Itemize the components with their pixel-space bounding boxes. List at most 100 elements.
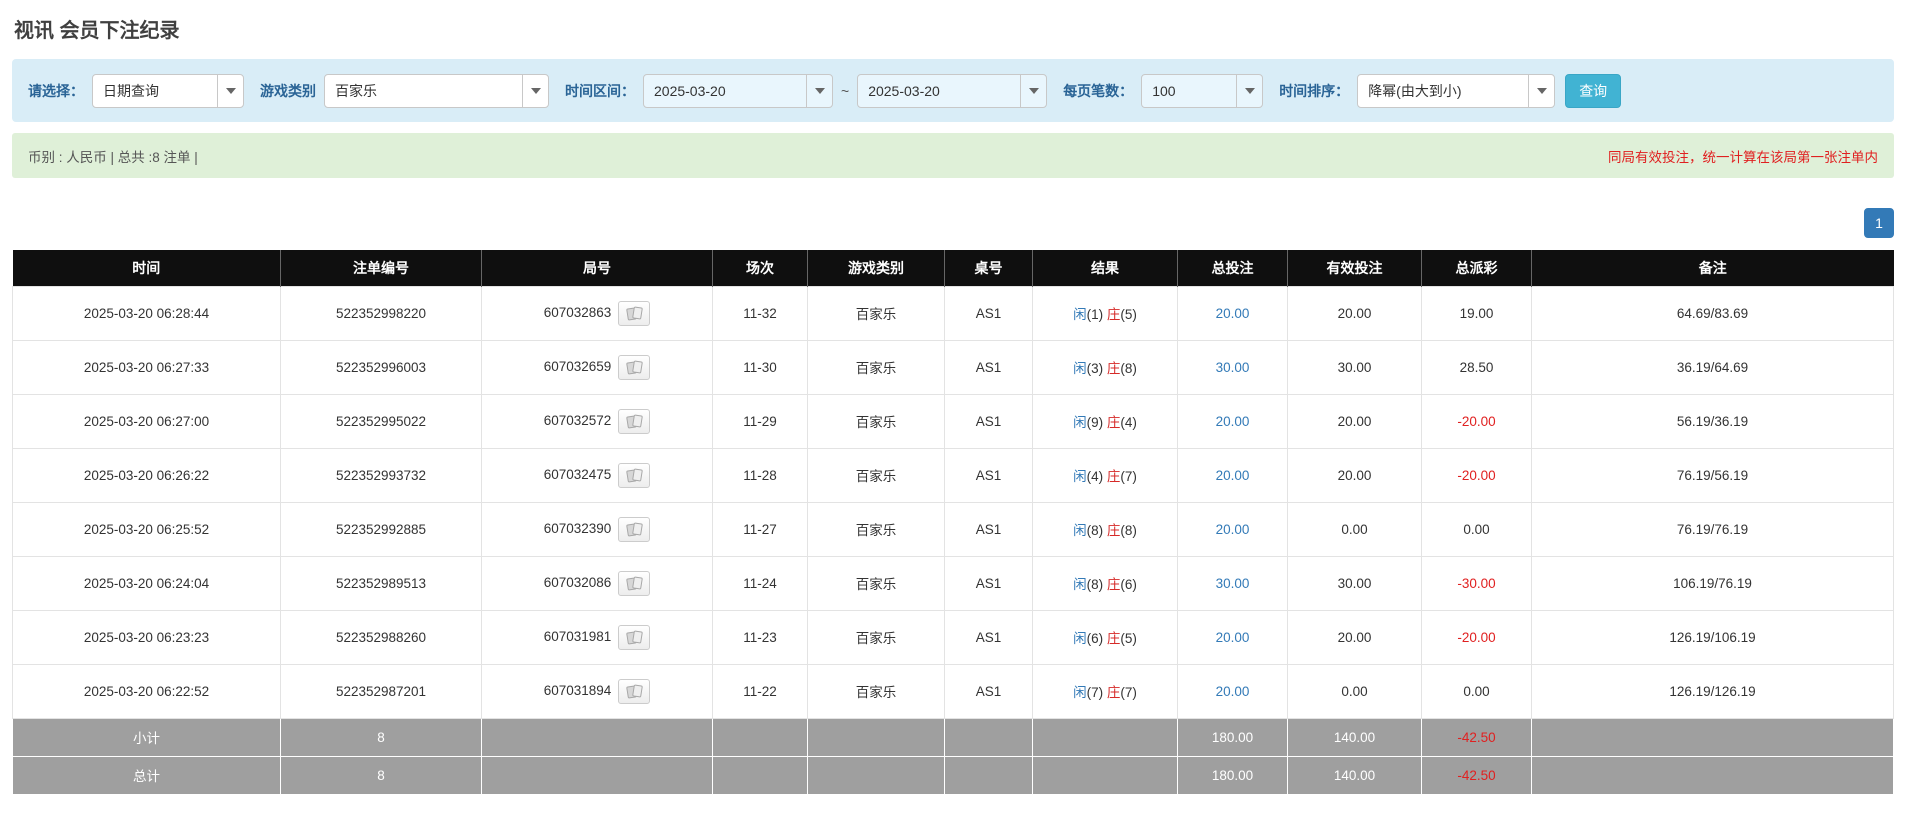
chevron-down-icon bbox=[1020, 74, 1046, 107]
cell-bet-id: 522352989513 bbox=[280, 555, 482, 611]
cell-valid-bet: 20.00 bbox=[1287, 609, 1422, 665]
cell-payout: 28.50 bbox=[1421, 339, 1532, 395]
round-id-text: 607031981 bbox=[543, 628, 612, 644]
total-bet-link[interactable]: 20.00 bbox=[1216, 522, 1250, 537]
table-row: 2025-03-20 06:23:23 522352988260 6070319… bbox=[12, 609, 1894, 665]
view-round-cards-button[interactable] bbox=[618, 678, 651, 704]
cell-session: 11-30 bbox=[712, 339, 808, 395]
query-type-value: 日期查询 bbox=[103, 82, 159, 99]
grand-total-label: 总计 bbox=[12, 755, 281, 795]
total-bet-link[interactable]: 20.00 bbox=[1216, 468, 1250, 483]
table-row: 2025-03-20 06:22:52 522352987201 6070318… bbox=[12, 663, 1894, 719]
sort-order-select[interactable]: 降幂(由大到小) bbox=[1357, 73, 1556, 108]
cell-time: 2025-03-20 06:27:00 bbox=[12, 393, 281, 449]
subtotal-valid-bet: 140.00 bbox=[1287, 717, 1422, 757]
total-bet-link[interactable]: 20.00 bbox=[1216, 414, 1250, 429]
cell-result: 闲(6) 庄(5) bbox=[1032, 609, 1178, 665]
round-id-text: 607032390 bbox=[543, 520, 612, 536]
column-header-3: 局号 bbox=[481, 250, 713, 286]
cell-payout: 19.00 bbox=[1421, 285, 1532, 341]
total-bet-link[interactable]: 30.00 bbox=[1216, 360, 1250, 375]
pagination-page-1[interactable]: 1 bbox=[1864, 208, 1894, 238]
cell-table-no: AS1 bbox=[944, 663, 1033, 719]
result-banker-label: 庄 bbox=[1106, 685, 1121, 700]
filter-bar: 请选择： 日期查询 游戏类别 百家乐 时间区间： 2025-03-20 ~ 20… bbox=[12, 59, 1894, 122]
date-from-value: 2025-03-20 bbox=[654, 82, 726, 99]
result-banker-label: 庄 bbox=[1106, 523, 1121, 538]
subtotal-total-bet: 180.00 bbox=[1177, 717, 1288, 757]
cell-total-bet: 20.00 bbox=[1177, 285, 1288, 341]
view-round-cards-button[interactable] bbox=[618, 408, 651, 434]
view-round-cards-button[interactable] bbox=[618, 462, 651, 488]
total-bet-link[interactable]: 20.00 bbox=[1216, 630, 1250, 645]
result-player-value: (6) bbox=[1086, 631, 1104, 646]
cell-payout: 0.00 bbox=[1421, 663, 1532, 719]
result-player-label: 闲 bbox=[1073, 631, 1087, 646]
date-to-select[interactable]: 2025-03-20 bbox=[857, 73, 1048, 108]
view-round-cards-button[interactable] bbox=[618, 354, 651, 380]
playing-cards-icon bbox=[626, 360, 643, 374]
subtotal-empty bbox=[712, 717, 808, 757]
cell-result: 闲(8) 庄(8) bbox=[1032, 501, 1178, 557]
playing-cards-icon bbox=[626, 414, 643, 428]
cell-table-no: AS1 bbox=[944, 501, 1033, 557]
cell-time: 2025-03-20 06:27:33 bbox=[12, 339, 281, 395]
result-player-value: (1) bbox=[1086, 307, 1104, 322]
column-header-9: 有效投注 bbox=[1287, 250, 1422, 286]
result-player-label: 闲 bbox=[1073, 523, 1087, 538]
grand-total-valid-bet: 140.00 bbox=[1287, 755, 1422, 795]
summary-bar: 币别 : 人民币 | 总共 :8 注单 | 同局有效投注，统一计算在该局第一张注… bbox=[12, 133, 1894, 178]
view-round-cards-button[interactable] bbox=[618, 570, 651, 596]
cell-time: 2025-03-20 06:23:23 bbox=[12, 609, 281, 665]
column-header-1: 时间 bbox=[12, 250, 281, 286]
round-id-text: 607032572 bbox=[543, 412, 612, 428]
cell-session: 11-22 bbox=[712, 663, 808, 719]
cell-bet-id: 522352988260 bbox=[280, 609, 482, 665]
cell-valid-bet: 0.00 bbox=[1287, 501, 1422, 557]
cell-remark: 56.19/36.19 bbox=[1531, 393, 1894, 449]
result-banker-value: (6) bbox=[1120, 577, 1137, 592]
result-player-value: (7) bbox=[1086, 685, 1104, 700]
chevron-down-icon bbox=[217, 74, 243, 107]
sort-order-label: 时间排序： bbox=[1279, 82, 1350, 99]
total-bet-link[interactable]: 30.00 bbox=[1216, 576, 1250, 591]
result-banker-label: 庄 bbox=[1106, 415, 1121, 430]
cell-bet-id: 522352992885 bbox=[280, 501, 482, 557]
cell-valid-bet: 20.00 bbox=[1287, 285, 1422, 341]
result-player-value: (8) bbox=[1086, 523, 1104, 538]
game-type-select[interactable]: 百家乐 bbox=[324, 73, 549, 108]
column-header-5: 游戏类别 bbox=[807, 250, 945, 286]
cell-table-no: AS1 bbox=[944, 555, 1033, 611]
result-banker-value: (5) bbox=[1120, 631, 1137, 646]
view-round-cards-button[interactable] bbox=[618, 624, 651, 650]
cell-game-type: 百家乐 bbox=[807, 285, 945, 341]
cell-result: 闲(8) 庄(6) bbox=[1032, 555, 1178, 611]
result-banker-value: (7) bbox=[1120, 469, 1137, 484]
total-bet-link[interactable]: 20.00 bbox=[1216, 684, 1250, 699]
chevron-down-icon bbox=[1528, 74, 1554, 107]
subtotal-count: 8 bbox=[280, 717, 482, 757]
cell-total-bet: 20.00 bbox=[1177, 663, 1288, 719]
page-size-select[interactable]: 100 bbox=[1141, 73, 1264, 108]
query-type-select[interactable]: 日期查询 bbox=[92, 73, 244, 108]
total-bet-link[interactable]: 20.00 bbox=[1216, 306, 1250, 321]
cell-time: 2025-03-20 06:24:04 bbox=[12, 555, 281, 611]
view-round-cards-button[interactable] bbox=[618, 516, 651, 542]
column-header-6: 桌号 bbox=[944, 250, 1033, 286]
result-banker-value: (8) bbox=[1120, 361, 1137, 376]
page: 视讯 会员下注纪录 请选择： 日期查询 游戏类别 百家乐 时间区间： 2025-… bbox=[0, 0, 1906, 815]
playing-cards-icon bbox=[626, 522, 643, 536]
cell-game-type: 百家乐 bbox=[807, 555, 945, 611]
cell-table-no: AS1 bbox=[944, 609, 1033, 665]
subtotal-payout: -42.50 bbox=[1421, 717, 1532, 757]
date-from-select[interactable]: 2025-03-20 bbox=[643, 73, 833, 108]
search-button[interactable]: 查询 bbox=[1565, 73, 1622, 108]
result-player-value: (3) bbox=[1086, 361, 1104, 376]
cell-remark: 126.19/126.19 bbox=[1531, 663, 1894, 719]
view-round-cards-button[interactable] bbox=[618, 300, 651, 326]
cell-round-id: 607032572 bbox=[481, 393, 713, 449]
result-banker-label: 庄 bbox=[1106, 469, 1121, 484]
cell-game-type: 百家乐 bbox=[807, 339, 945, 395]
cell-time: 2025-03-20 06:22:52 bbox=[12, 663, 281, 719]
query-type-label: 请选择： bbox=[28, 82, 84, 99]
